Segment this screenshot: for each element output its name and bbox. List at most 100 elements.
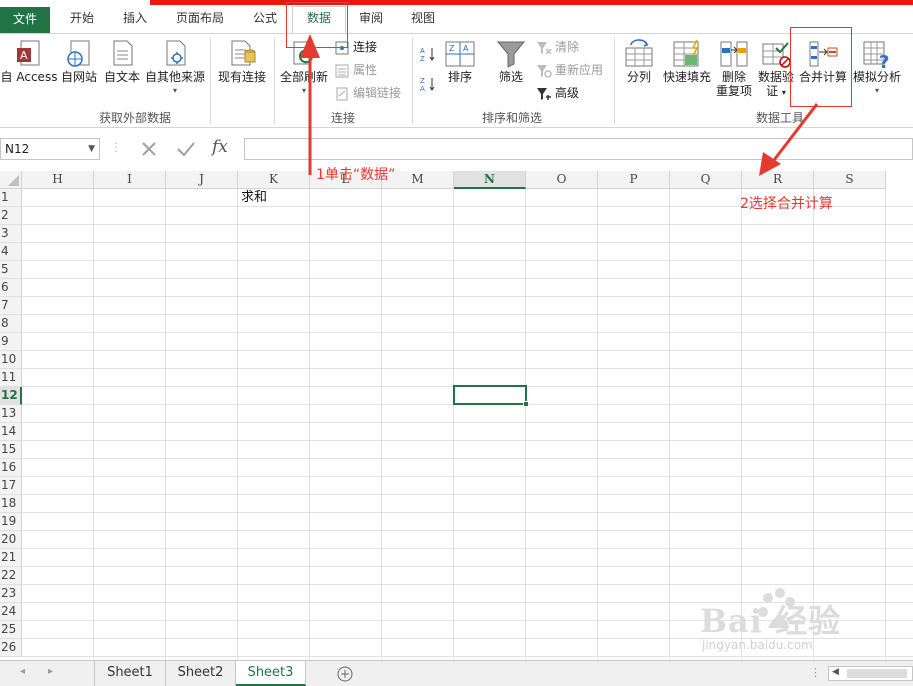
column-header-o[interactable]: O [526, 171, 598, 189]
enter-check-icon[interactable] [176, 140, 196, 158]
row-header-9[interactable]: 9 [0, 333, 22, 351]
scroll-left-arrow-icon[interactable]: ◀ [832, 667, 839, 677]
horizontal-scrollbar[interactable]: ◀ [828, 666, 913, 681]
row-header-19[interactable]: 19 [0, 513, 22, 531]
advanced-filter-icon [536, 86, 552, 102]
chevron-down-icon: ▾ [874, 86, 879, 95]
row-header-22[interactable]: 22 [0, 567, 22, 585]
row-header-6[interactable]: 6 [0, 279, 22, 297]
gridline-horizontal [22, 458, 913, 459]
row-header-25[interactable]: 25 [0, 621, 22, 639]
baidu-watermark: Bai 经验 jingyan.baidu.com [700, 588, 900, 658]
clear-filter-button[interactable]: 清除 [536, 38, 579, 56]
gridline-horizontal [22, 494, 913, 495]
text-file-icon [113, 40, 133, 66]
row-header-2[interactable]: 2 [0, 207, 22, 225]
group-label-get-external: 获取外部数据 [98, 111, 171, 125]
tab-view[interactable]: 视图 [398, 7, 448, 31]
text-to-columns-icon [625, 39, 653, 67]
row-header-13[interactable]: 13 [0, 405, 22, 423]
gridline-horizontal [22, 278, 913, 279]
row-header-21[interactable]: 21 [0, 549, 22, 567]
active-cell-n12[interactable] [453, 385, 527, 405]
filter-button[interactable]: 筛选 [493, 38, 529, 84]
next-sheet-arrow-icon[interactable]: ▸ [48, 666, 53, 677]
row-header-5[interactable]: 5 [0, 261, 22, 279]
advanced-filter-button[interactable]: 高级 [536, 84, 579, 102]
scrollbar-thumb[interactable] [847, 669, 907, 678]
row-header-10[interactable]: 10 [0, 351, 22, 369]
column-header-p[interactable]: P [598, 171, 670, 189]
row-header-8[interactable]: 8 [0, 315, 22, 333]
row-header-12[interactable]: 12 [0, 387, 22, 405]
chevron-down-icon[interactable]: ▼ [88, 139, 95, 159]
insert-function-button[interactable]: fx [212, 137, 228, 157]
fill-handle[interactable] [523, 401, 529, 407]
access-icon: A [17, 40, 40, 66]
column-header-i[interactable]: I [94, 171, 166, 189]
row-header-3[interactable]: 3 [0, 225, 22, 243]
connections-label: 连接 [353, 40, 378, 54]
what-if-analysis-button[interactable]: ? 模拟分析 ▾ [850, 38, 904, 98]
select-all-corner[interactable] [0, 171, 22, 189]
row-header-26[interactable]: 26 [0, 639, 22, 657]
split-handle-icon[interactable]: ⋮ [810, 666, 821, 679]
row-header-16[interactable]: 16 [0, 459, 22, 477]
sort-asc-button[interactable]: AZ [420, 44, 439, 63]
existing-connections-icon [231, 40, 256, 66]
from-text-button[interactable]: 自文本 [101, 38, 143, 84]
tab-file[interactable]: 文件 [0, 7, 50, 33]
properties-button[interactable]: 属性 [334, 61, 377, 79]
existing-connections-label: 现有连接 [217, 70, 266, 84]
svg-text:Z: Z [420, 77, 425, 85]
sheet-tab-2[interactable]: Sheet2 [166, 661, 236, 686]
row-header-14[interactable]: 14 [0, 423, 22, 441]
worksheet-grid[interactable]: HIJKLMNOPQRS 1 2 3 4 5 6 7 8 9 10 11 12 13 14 15 16 17 18… [0, 171, 913, 660]
row-header-23[interactable]: 23 [0, 585, 22, 603]
row-header-7[interactable]: 7 [0, 297, 22, 315]
formula-buttons: ⋮ fx [106, 137, 244, 160]
column-header-j[interactable]: J [166, 171, 238, 189]
tab-home[interactable]: 开始 [56, 7, 108, 31]
sort-desc-button[interactable]: ZA [420, 74, 439, 93]
row-header-20[interactable]: 20 [0, 531, 22, 549]
column-header-n[interactable]: N [454, 171, 526, 189]
properties-icon [334, 63, 350, 79]
tab-insert[interactable]: 插入 [110, 7, 160, 31]
svg-text:Z: Z [420, 55, 425, 62]
sheet-tab-3[interactable]: Sheet3 [236, 661, 306, 686]
row-header-4[interactable]: 4 [0, 243, 22, 261]
add-sheet-icon[interactable] [337, 666, 353, 682]
from-access-button[interactable]: A 自 Access [0, 38, 58, 84]
row-header-17[interactable]: 17 [0, 477, 22, 495]
from-web-label: 自网站 [60, 70, 97, 84]
row-header-24[interactable]: 24 [0, 603, 22, 621]
sheet-tab-1[interactable]: Sheet1 [94, 661, 166, 686]
sort-az-icon: AZ [420, 46, 436, 63]
edit-links-button[interactable]: 编辑链接 [334, 84, 401, 102]
from-other-sources-button[interactable]: 自其他来源 ▾ [143, 38, 207, 98]
row-header-1[interactable]: 1 [0, 189, 22, 207]
row-header-11[interactable]: 11 [0, 369, 22, 387]
prev-sheet-arrow-icon[interactable]: ◂ [20, 666, 25, 677]
cell-k1[interactable]: 求和 [241, 189, 267, 207]
tab-page-layout[interactable]: 页面布局 [164, 7, 236, 31]
remove-duplicates-icon [720, 41, 748, 67]
column-header-h[interactable]: H [22, 171, 94, 189]
cancel-icon[interactable] [140, 140, 158, 158]
tab-formulas[interactable]: 公式 [240, 7, 290, 31]
sort-button[interactable]: Z A 排序 [442, 38, 478, 84]
name-box[interactable]: N12 ▼ [0, 138, 100, 160]
row-header-15[interactable]: 15 [0, 441, 22, 459]
column-header-q[interactable]: Q [670, 171, 742, 189]
sheet-tab-bar: ◂ ▸ Sheet1 Sheet2 Sheet3 ⋮ ◀ [0, 660, 913, 686]
text-to-columns-button[interactable]: 分列 [620, 38, 658, 84]
remove-duplicates-button[interactable]: 删除 重复项 [714, 38, 754, 98]
row-header-18[interactable]: 18 [0, 495, 22, 513]
annotation-arrow-up-icon [300, 34, 320, 175]
tab-review[interactable]: 审阅 [346, 7, 396, 31]
flash-fill-button[interactable]: 快速填充 [660, 38, 714, 84]
existing-connections-button[interactable]: 现有连接 [214, 38, 270, 84]
reapply-button[interactable]: 重新应用 [536, 61, 603, 79]
from-web-button[interactable]: 自网站 [58, 38, 100, 84]
